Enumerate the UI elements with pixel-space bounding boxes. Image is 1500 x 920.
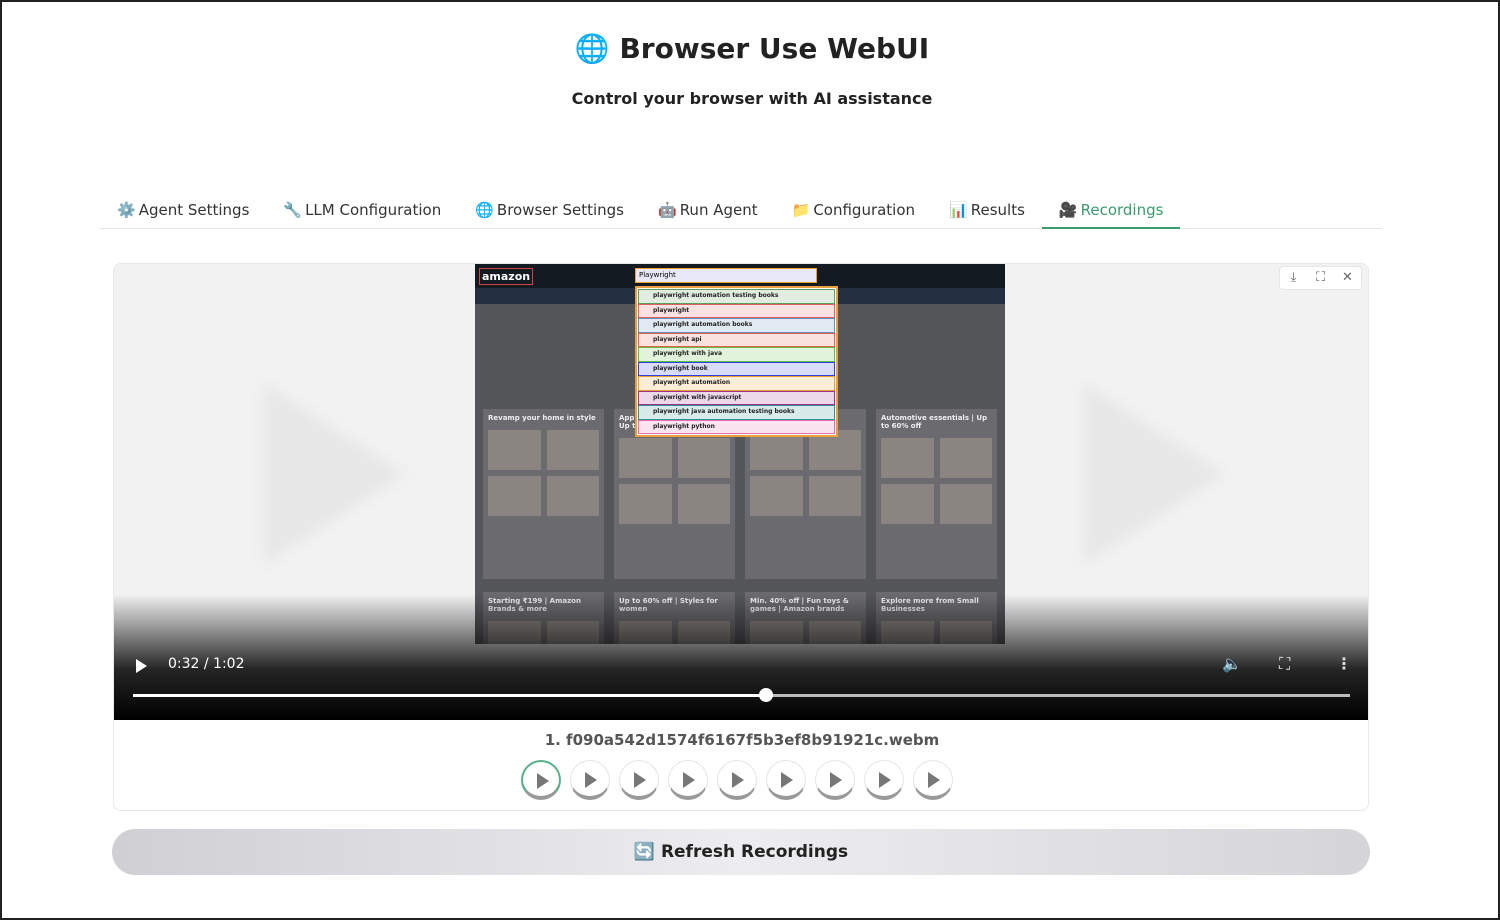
close-icon[interactable]: ✕ bbox=[1334, 267, 1361, 289]
play-icon bbox=[781, 772, 793, 788]
play-icon bbox=[537, 773, 549, 789]
seek-handle[interactable] bbox=[758, 688, 773, 702]
page-title: 🌐 Browser Use WebUI bbox=[574, 32, 930, 65]
suggestion-item: playwright bbox=[638, 303, 835, 318]
time-display: 0:32 / 1:02 bbox=[168, 656, 245, 672]
recording-thumbnail[interactable] bbox=[570, 760, 610, 800]
seek-bar[interactable] bbox=[133, 694, 1350, 697]
recording-thumbnail[interactable] bbox=[864, 760, 904, 800]
recording-filename: 1. f090a542d1574f6167f5b3ef8b91921c.webm bbox=[544, 731, 940, 749]
tab-llm-configuration[interactable]: 🔧 LLM Configuration bbox=[266, 198, 458, 229]
tab-label: Results bbox=[970, 201, 1025, 219]
frame-card: Automotive essentials | Up to 60% off bbox=[876, 409, 997, 579]
tab-icon: 📊 bbox=[949, 201, 968, 219]
frame-search-box: Playwright bbox=[635, 268, 817, 283]
play-icon bbox=[928, 772, 940, 788]
fullscreen-icon[interactable]: ⛶ bbox=[1279, 654, 1290, 674]
card-title: Automotive essentials | Up to 60% off bbox=[881, 414, 988, 430]
play-icon bbox=[830, 772, 842, 788]
tab-label: Recordings bbox=[1080, 201, 1164, 219]
play-icon bbox=[683, 772, 695, 788]
play-icon bbox=[879, 772, 891, 788]
play-icon bbox=[634, 772, 646, 788]
tab-label: Run Agent bbox=[679, 201, 758, 219]
suggestion-item: playwright with java bbox=[638, 347, 835, 362]
tab-configuration[interactable]: 📁 Configuration bbox=[775, 198, 932, 229]
tab-icon: 🔧 bbox=[283, 201, 303, 219]
play-icon bbox=[585, 772, 597, 788]
tab-icon: ⚙️ bbox=[117, 201, 136, 219]
video-panel: amazon Playwright Revamp your home in st… bbox=[113, 263, 1369, 811]
recording-thumbnail[interactable] bbox=[766, 760, 806, 800]
recording-thumbnail[interactable] bbox=[668, 760, 708, 800]
tab-results[interactable]: 📊 Results bbox=[932, 198, 1042, 229]
tab-bar: ⚙️ Agent Settings 🔧 LLM Configuration 🌐 Brows… bbox=[100, 198, 1382, 229]
video-controls bbox=[114, 594, 1368, 720]
tab-agent-settings[interactable]: ⚙️ Agent Settings bbox=[100, 198, 266, 229]
recording-thumbnail[interactable] bbox=[619, 760, 659, 800]
suggestion-item: playwright book bbox=[638, 361, 835, 376]
play-icon[interactable] bbox=[136, 659, 147, 673]
play-icon bbox=[732, 772, 744, 788]
tab-label: Browser Settings bbox=[496, 201, 624, 219]
video-frame: amazon Playwright Revamp your home in st… bbox=[475, 264, 1005, 644]
more-options-icon[interactable]: ⋮ bbox=[1336, 654, 1352, 673]
refresh-recordings-button[interactable]: 🔄 Refresh Recordings bbox=[112, 829, 1370, 875]
download-icon[interactable]: ⤓ bbox=[1280, 267, 1307, 289]
recording-thumbnail[interactable] bbox=[521, 760, 561, 800]
suggestion-item: playwright automation bbox=[638, 376, 835, 391]
tab-icon: 📁 bbox=[791, 201, 811, 219]
suggestion-item: playwright automation books bbox=[638, 318, 835, 333]
card-title: Revamp your home in style bbox=[488, 414, 596, 422]
tab-icon: 🤖 bbox=[658, 201, 677, 219]
refresh-icon: 🔄 bbox=[633, 842, 656, 862]
tab-icon: 🎥 bbox=[1058, 201, 1078, 219]
video-player[interactable]: amazon Playwright Revamp your home in st… bbox=[114, 264, 1368, 720]
media-toolbar: ⤓ ⛶ ✕ bbox=[1279, 266, 1362, 290]
tab-browser-settings[interactable]: 🌐 Browser Settings bbox=[458, 198, 641, 229]
blurred-play-icon bbox=[264, 384, 404, 564]
blurred-play-icon bbox=[1084, 384, 1224, 564]
tab-recordings[interactable]: 🎥 Recordings bbox=[1041, 198, 1181, 229]
suggestion-item: playwright java automation testing books bbox=[638, 405, 835, 420]
globe-icon: 🌐 bbox=[574, 32, 610, 65]
tab-label: Agent Settings bbox=[138, 201, 250, 219]
recording-thumbnail[interactable] bbox=[815, 760, 855, 800]
tab-run-agent[interactable]: 🤖 Run Agent bbox=[641, 198, 775, 229]
recording-thumbnail[interactable] bbox=[717, 760, 757, 800]
suggestion-dropdown: playwright automation testing books playw… bbox=[635, 286, 838, 437]
suggestion-item: playwright python bbox=[638, 419, 835, 434]
frame-card: Revamp your home in style bbox=[483, 409, 604, 579]
tab-label: Configuration bbox=[813, 201, 916, 219]
suggestion-item: playwright with javascript bbox=[638, 390, 835, 405]
suggestion-item: playwright automation testing books bbox=[638, 289, 835, 304]
tab-label: LLM Configuration bbox=[305, 201, 442, 219]
amazon-logo: amazon bbox=[479, 267, 534, 285]
page-subtitle: Control your browser with AI assistance bbox=[571, 89, 933, 108]
recording-thumbnail[interactable] bbox=[913, 760, 953, 800]
volume-icon[interactable]: 🔈 bbox=[1222, 654, 1242, 673]
expand-icon[interactable]: ⛶ bbox=[1307, 267, 1334, 289]
tab-icon: 🌐 bbox=[475, 201, 494, 219]
recording-thumbnails bbox=[521, 760, 953, 800]
suggestion-item: playwright api bbox=[638, 332, 835, 347]
